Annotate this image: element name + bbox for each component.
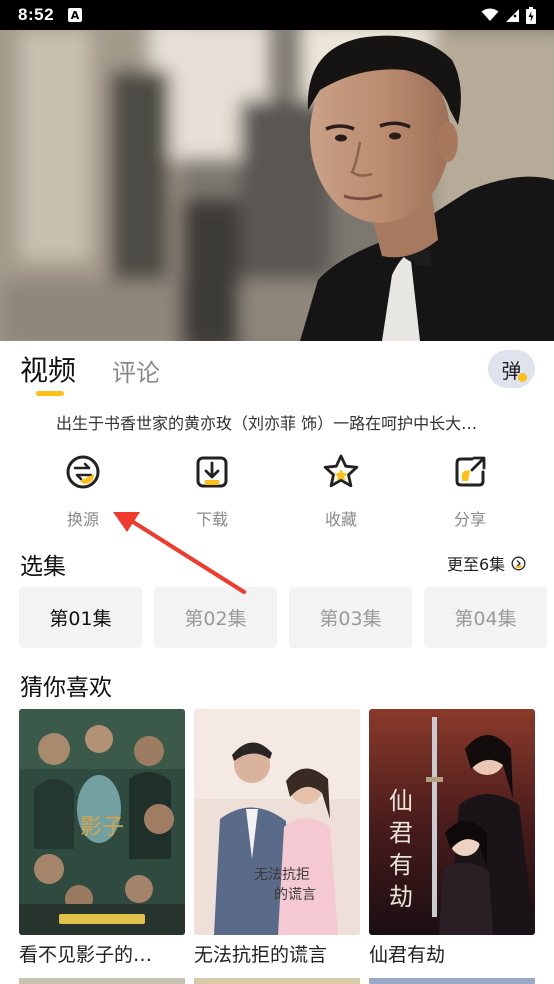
svg-text:无法抗拒: 无法抗拒: [254, 867, 310, 883]
svg-text:仙: 仙: [389, 787, 413, 815]
download-button[interactable]: 下载: [172, 452, 252, 530]
active-tab-indicator: [36, 391, 64, 396]
download-label: 下载: [195, 510, 228, 529]
recommend-title: 猜你喜欢: [20, 675, 112, 701]
poster-image: 无法抗拒 的谎言: [194, 709, 360, 935]
signal-icon: [506, 8, 519, 22]
danmu-off-badge-icon: [517, 372, 528, 383]
next-row-poster: [194, 978, 360, 984]
svg-text:影子: 影子: [80, 815, 124, 840]
video-synopsis[interactable]: 出生于书香世家的黄亦玫（刘亦菲 饰）一路在呵护中长大…: [56, 410, 536, 434]
tab-video[interactable]: 视频: [20, 349, 76, 389]
share-icon: [455, 456, 486, 487]
download-icon: [196, 456, 228, 488]
content-tabs: 视频 评论 弹: [0, 341, 554, 399]
status-time: 8:52: [18, 5, 55, 24]
more-episodes-link[interactable]: 更至6集: [447, 551, 526, 575]
next-row-poster: [19, 978, 185, 984]
share-button[interactable]: 分享: [430, 452, 510, 530]
episode-chip-2[interactable]: 第02集: [154, 587, 277, 648]
recommend-card-title: 看不见影子的…: [19, 944, 153, 966]
danmu-toggle-button[interactable]: 弹: [488, 350, 535, 388]
episode-chip-4[interactable]: 第04集: [424, 587, 547, 648]
status-icons: [481, 6, 536, 24]
wifi-icon: [481, 8, 499, 21]
next-row-poster: [369, 978, 535, 984]
more-episodes-label: 更至6集: [447, 555, 506, 574]
recommend-card-2[interactable]: 无法抗拒 的谎言 无法抗拒的谎言: [194, 709, 360, 967]
poster-image: 影子: [19, 709, 185, 935]
status-bar: 8:52 A: [0, 0, 554, 30]
notification-icon: A: [68, 8, 83, 22]
recommend-card-title: 无法抗拒的谎言: [194, 944, 328, 966]
svg-text:的谎言: 的谎言: [274, 887, 316, 903]
episodes-title: 选集: [20, 554, 66, 580]
battery-icon: [526, 6, 536, 24]
switch-source-icon: [66, 455, 100, 489]
chevron-circle-icon: [511, 556, 526, 570]
star-icon: [323, 454, 359, 488]
video-player[interactable]: [0, 30, 554, 341]
svg-text:君: 君: [389, 819, 413, 847]
action-bar: 换源 下载 收藏 分享: [0, 452, 554, 534]
video-frame: [0, 30, 554, 341]
episode-chip-1[interactable]: 第01集: [19, 587, 142, 648]
recommend-card-title: 仙君有劫: [369, 944, 446, 966]
recommend-card-1[interactable]: 影子 看不见影子的…: [19, 709, 185, 967]
switch-source-label: 换源: [66, 510, 99, 529]
svg-text:劫: 劫: [389, 883, 413, 911]
recommend-card-3[interactable]: 仙 君 有 劫 仙君有劫: [369, 709, 535, 967]
favorite-button[interactable]: 收藏: [301, 452, 381, 530]
episode-chip-3[interactable]: 第03集: [289, 587, 412, 648]
share-label: 分享: [453, 510, 486, 529]
tab-comment[interactable]: 评论: [112, 353, 160, 388]
svg-text:有: 有: [389, 851, 413, 879]
favorite-label: 收藏: [324, 510, 357, 529]
switch-source-button[interactable]: 换源: [43, 452, 123, 530]
poster-image: 仙 君 有 劫: [369, 709, 535, 935]
